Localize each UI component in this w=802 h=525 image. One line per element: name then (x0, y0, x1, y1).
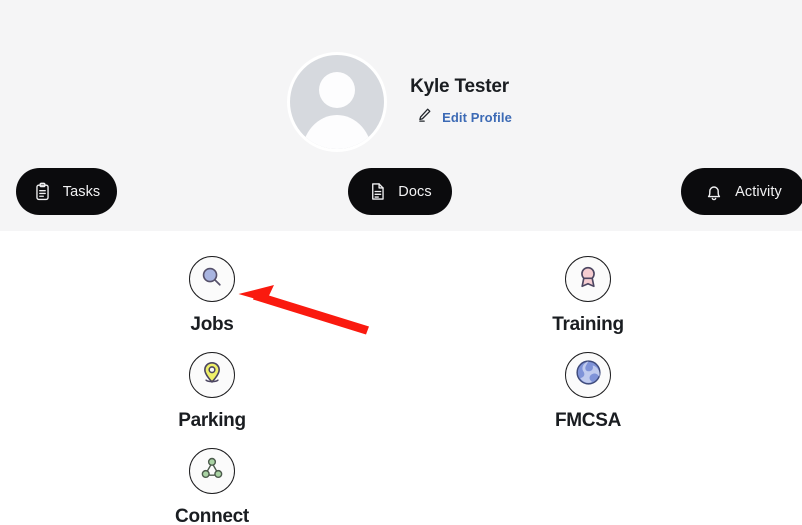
tasks-button[interactable]: Tasks (16, 168, 117, 215)
menu-tile-jobs[interactable]: Jobs (112, 256, 312, 336)
profile-text-block: Kyle Tester Edit Profile (410, 76, 512, 128)
edit-profile-label: Edit Profile (442, 109, 512, 125)
profile-header: Kyle Tester Edit Profile Tasks Docs Acti… (0, 0, 802, 231)
magnifying-glass-icon (199, 264, 225, 295)
map-pin-icon (199, 360, 225, 391)
app-root: Kyle Tester Edit Profile Tasks Docs Acti… (0, 0, 802, 525)
menu-tile-training-label: Training (552, 314, 624, 335)
bell-icon (704, 182, 724, 202)
jobs-icon-circle (189, 256, 235, 302)
menu-tile-parking-label: Parking (178, 410, 246, 431)
menu-tile-jobs-label: Jobs (190, 314, 234, 335)
menu-tile-training[interactable]: Training (488, 256, 688, 336)
parking-icon-circle (189, 352, 235, 398)
pencil-icon (416, 106, 433, 128)
menu-tile-fmcsa-label: FMCSA (554, 410, 622, 431)
menu-grid: Jobs Training Parking FMCSA Connect (0, 231, 802, 525)
menu-tile-parking[interactable]: Parking (112, 352, 312, 432)
avatar-head-shape (319, 72, 356, 108)
document-icon (368, 182, 387, 201)
swirl-logo-icon (574, 358, 603, 392)
tasks-button-label: Tasks (62, 183, 101, 200)
edit-profile-link[interactable]: Edit Profile (416, 106, 512, 128)
menu-tile-fmcsa[interactable]: FMCSA (488, 352, 688, 432)
fmcsa-icon-circle (565, 352, 611, 398)
training-icon-circle (565, 256, 611, 302)
docs-button[interactable]: Docs (348, 168, 452, 215)
connect-icon-circle (189, 448, 235, 494)
award-ribbon-icon (575, 264, 601, 295)
menu-tile-connect[interactable]: Connect (112, 448, 312, 525)
avatar[interactable] (290, 55, 385, 149)
docs-button-label: Docs (398, 183, 432, 200)
menu-tile-connect-label: Connect (175, 506, 249, 525)
page-title: Kyle Tester (410, 76, 509, 97)
avatar-body-shape (302, 115, 373, 149)
activity-button-label: Activity (735, 183, 782, 200)
profile-section: Kyle Tester Edit Profile (0, 55, 802, 149)
clipboard-icon (33, 182, 52, 201)
network-nodes-icon (199, 456, 225, 487)
activity-button[interactable]: Activity (681, 168, 802, 215)
